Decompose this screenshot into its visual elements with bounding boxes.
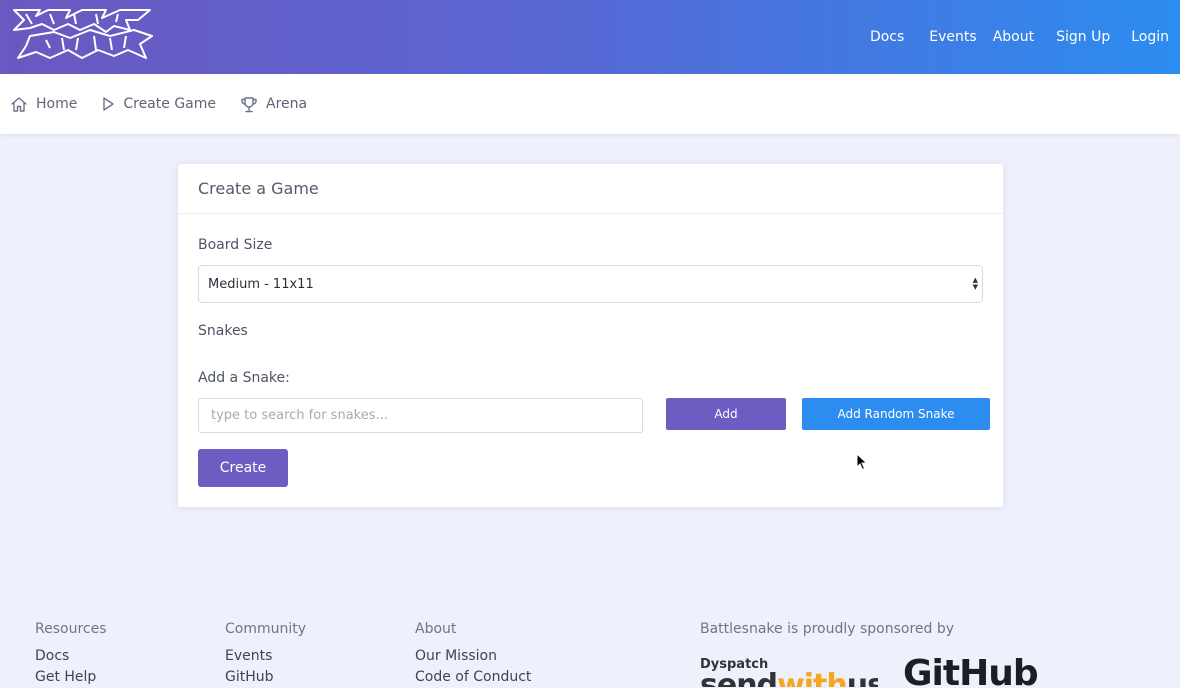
snake-search-input[interactable]: [198, 398, 643, 433]
top-nav: Docs Events About Sign Up Login: [870, 0, 1180, 74]
footer-resources: Resources Docs Get Help: [35, 621, 107, 688]
footer-community-heading: Community: [225, 621, 307, 637]
add-random-snake-button[interactable]: Add Random Snake: [802, 398, 990, 430]
subnav-create-game-label: Create Game: [123, 96, 216, 112]
footer-about-heading: About: [415, 621, 457, 637]
footer-resources-heading: Resources: [35, 621, 107, 637]
breadcrumb-nav: Home Create Game Arena: [0, 74, 1180, 134]
footer-link-code-of-conduct[interactable]: Code of Conduct: [415, 667, 531, 688]
snakes-label: Snakes: [198, 323, 248, 339]
board-size-label: Board Size: [198, 237, 273, 253]
select-arrows-icon: ▲ ▼: [972, 276, 978, 291]
nav-signup-link[interactable]: Sign Up: [1056, 29, 1110, 45]
trophy-icon: [241, 96, 257, 112]
card-title: Create a Game: [178, 164, 1003, 214]
sendwithus-logo[interactable]: Dyspatch sendwithus: [700, 657, 878, 687]
mouse-cursor-icon: [856, 453, 868, 471]
subnav-create-game[interactable]: Create Game: [101, 96, 216, 112]
board-size-select[interactable]: Medium - 11x11 ▲ ▼: [198, 265, 983, 303]
nav-about-link[interactable]: About: [993, 29, 1034, 45]
play-icon: [103, 97, 115, 111]
footer-link-docs[interactable]: Docs: [35, 646, 107, 667]
subnav-home[interactable]: Home: [10, 96, 77, 113]
footer-community: Community Events GitHub: [225, 621, 306, 688]
nav-events-link[interactable]: Events: [929, 29, 976, 45]
home-icon: [11, 96, 27, 112]
add-snake-button[interactable]: Add: [666, 398, 786, 430]
footer-link-our-mission[interactable]: Our Mission: [415, 646, 531, 667]
footer-about: About Our Mission Code of Conduct: [415, 621, 531, 688]
subnav-arena-label: Arena: [266, 96, 308, 112]
sponsors-heading: Battlesnake is proudly sponsored by: [700, 621, 955, 637]
board-size-value: Medium - 11x11: [208, 276, 314, 292]
footer-link-get-help[interactable]: Get Help: [35, 667, 107, 688]
create-game-card: Create a Game Board Size Medium - 11x11 …: [178, 164, 1003, 507]
subnav-arena[interactable]: Arena: [240, 96, 307, 113]
nav-login-link[interactable]: Login: [1131, 29, 1169, 45]
sendwithus-text: sendwithus: [700, 668, 878, 688]
subnav-home-label: Home: [36, 96, 78, 112]
nav-docs-link[interactable]: Docs: [870, 29, 904, 45]
battlesnake-logo[interactable]: [10, 6, 154, 64]
create-game-button[interactable]: Create: [198, 449, 288, 487]
footer-link-events[interactable]: Events: [225, 646, 306, 667]
github-logo[interactable]: GitHub: [903, 656, 1038, 686]
add-snake-label: Add a Snake:: [198, 370, 290, 386]
footer-link-github[interactable]: GitHub: [225, 667, 306, 688]
top-header: Docs Events About Sign Up Login: [0, 0, 1180, 74]
